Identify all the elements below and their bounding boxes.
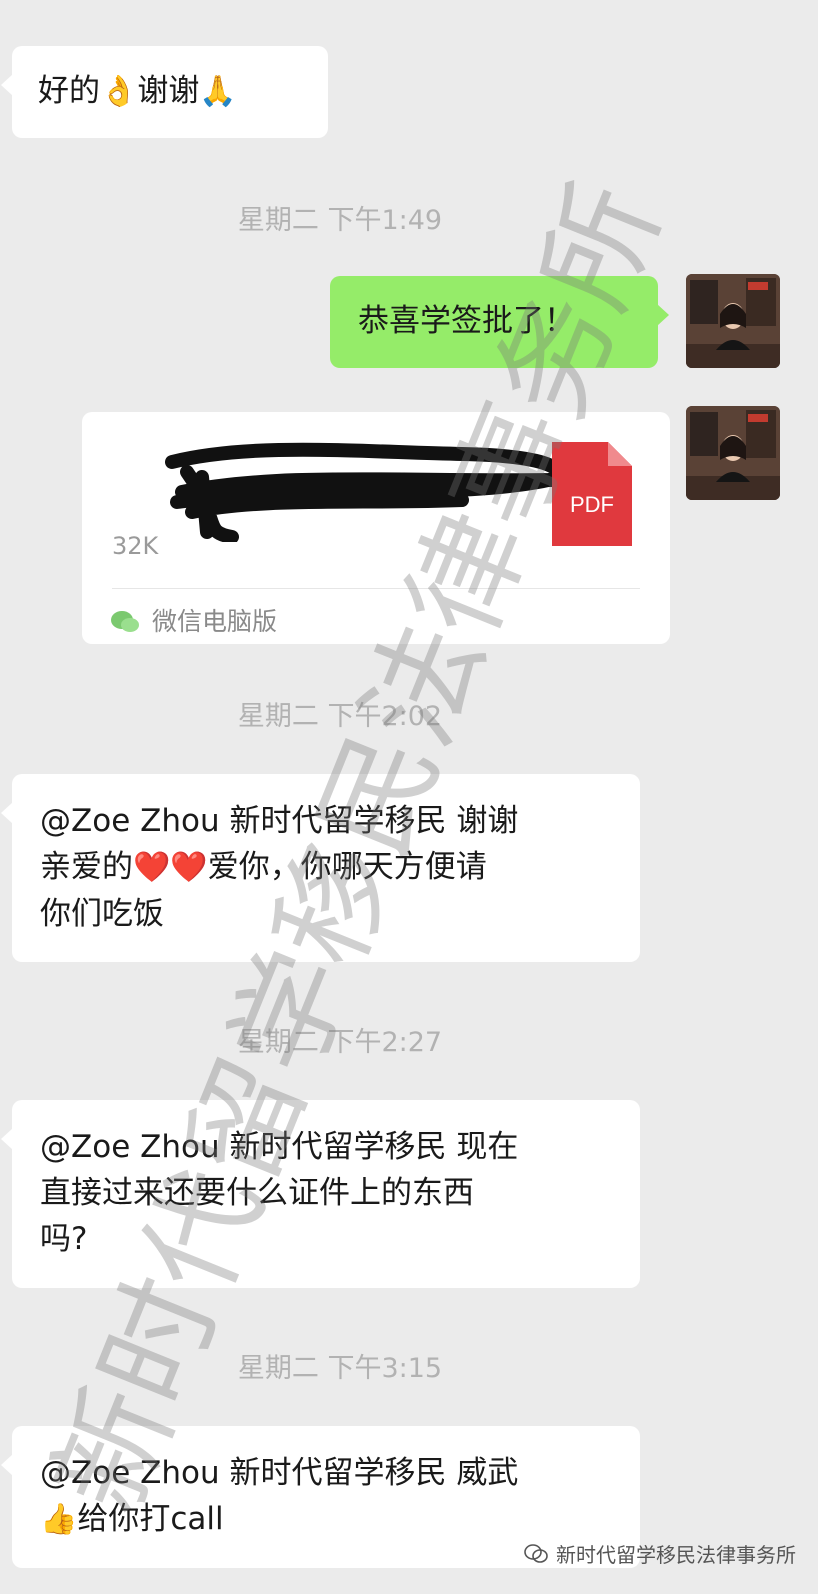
avatar-photo-icon — [686, 274, 780, 368]
sent-message-bubble[interactable]: 恭喜学签批了！ — [330, 276, 669, 368]
message-text: 谢谢 — [137, 73, 200, 109]
message-text: 恭喜学签批了！ — [358, 303, 575, 339]
thumbs-up-emoji-icon: 👍 — [40, 1502, 78, 1537]
timestamp: 星期二 下午3:15 — [237, 1353, 443, 1384]
file-size: 32K — [112, 532, 159, 560]
message-line: @Zoe Zhou 新时代留学移民 现在 — [40, 1129, 519, 1165]
footer-brand: 新时代留学移民法律事务所 — [524, 1539, 796, 1568]
avatar[interactable] — [686, 274, 780, 368]
wechat-icon — [111, 611, 139, 632]
pray-emoji-icon: 🙏 — [199, 74, 237, 109]
message-line: 亲爱的❤️❤️爱你，你哪天方便请 — [40, 844, 612, 891]
message-line: @Zoe Zhou 新时代留学移民 谢谢 — [40, 803, 519, 839]
file-message-card[interactable]: PDF 32K 微信电脑版 — [82, 412, 670, 644]
message-line: @Zoe Zhou 新时代留学移民 威武 — [40, 1455, 519, 1491]
message-bubble-3[interactable]: @Zoe Zhou 新时代留学移民 现在 直接过来还要什么证件上的东西 吗? — [1, 1100, 640, 1288]
message-bubble-1[interactable]: 好的👌谢谢🙏 — [1, 46, 328, 138]
pdf-icon: PDF — [552, 442, 632, 546]
pdf-label: PDF — [570, 492, 614, 517]
message-text: 好的 — [38, 73, 100, 109]
message-bubble-2[interactable]: @Zoe Zhou 新时代留学移民 谢谢 亲爱的❤️❤️爱你，你哪天方便请 你们… — [1, 774, 640, 962]
message-line: 直接过来还要什么证件上的东西 — [40, 1175, 474, 1211]
footer-label: 新时代留学移民法律事务所 — [556, 1543, 796, 1567]
ok-hand-emoji-icon: 👌 — [100, 74, 138, 109]
file-source-label: 微信电脑版 — [152, 607, 278, 636]
avatar-photo-icon — [686, 406, 780, 500]
divider — [112, 588, 640, 589]
timestamp: 星期二 下午2:02 — [237, 701, 443, 732]
wechat-icon — [524, 1543, 548, 1563]
message-line: 👍给你打call — [40, 1496, 612, 1543]
heart-emoji-icon: ❤️❤️ — [133, 850, 208, 885]
message-text: 亲爱的 — [40, 849, 133, 885]
message-text: 爱你，你哪天方便请 — [207, 849, 487, 885]
message-text: 给你打call — [77, 1501, 224, 1537]
message-line: 吗? — [40, 1221, 88, 1257]
message-line: 你们吃饭 — [40, 896, 164, 932]
redaction-scribble — [165, 442, 579, 542]
avatar[interactable] — [686, 406, 780, 500]
timestamp: 星期二 下午2:27 — [237, 1027, 443, 1058]
timestamp: 星期二 下午1:49 — [237, 205, 443, 236]
